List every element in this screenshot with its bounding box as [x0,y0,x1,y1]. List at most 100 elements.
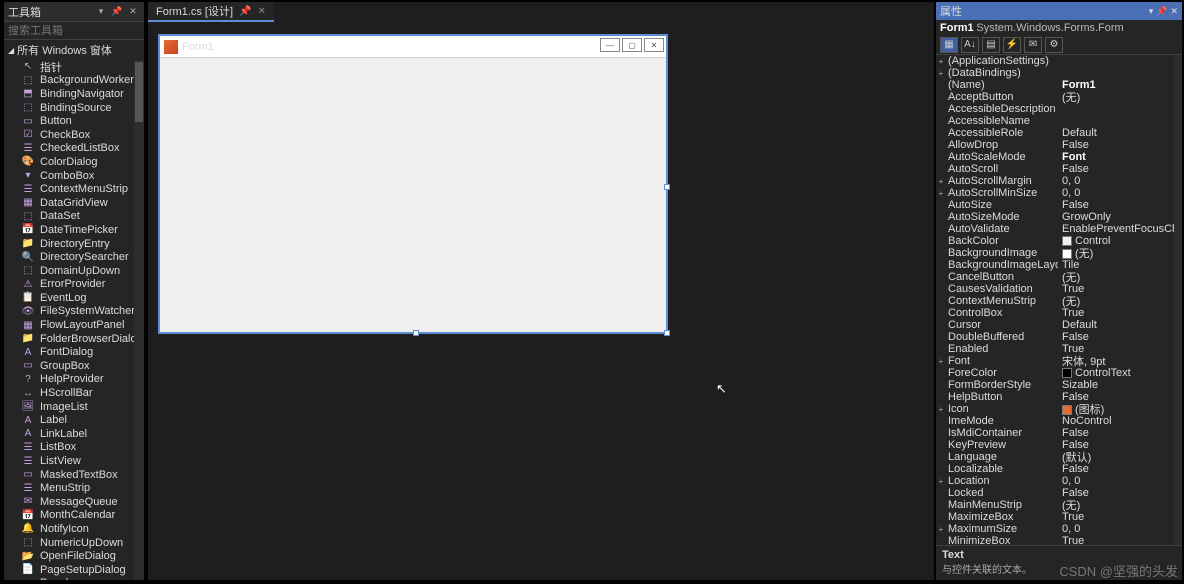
property-row[interactable]: IsMdiContainerFalse [936,427,1182,439]
toolbox-item[interactable]: ☰MenuStrip [4,481,144,495]
toolbox-item[interactable]: ↔HScrollBar [4,386,144,400]
property-value[interactable]: ControlText [1058,367,1182,379]
property-value[interactable]: (无) [1058,89,1182,105]
toolbox-item[interactable]: 📂OpenFileDialog [4,549,144,563]
toolbox-item[interactable]: ⬚BackgroundWorker [4,74,144,88]
toolbox-item[interactable]: ⬚NumericUpDown [4,536,144,550]
property-value[interactable]: False [1058,427,1182,439]
property-value[interactable]: Default [1058,319,1182,331]
toolbox-item[interactable]: 🖼ImageList [4,400,144,414]
close-icon[interactable]: ✕ [126,5,140,19]
property-row[interactable]: ImeModeNoControl [936,415,1182,427]
property-value[interactable]: False [1058,199,1182,211]
form-max-button[interactable]: ▢ [622,38,642,52]
toolbox-item[interactable]: 🔍DirectorySearcher [4,250,144,264]
property-value[interactable]: False [1058,463,1182,475]
property-value[interactable]: True [1058,511,1182,523]
property-value[interactable]: EnablePreventFocusChange [1058,223,1182,235]
property-value[interactable]: Font [1058,151,1182,163]
messages-button[interactable]: ✉ [1024,37,1042,53]
property-row[interactable]: AutoValidateEnablePreventFocusChange [936,223,1182,235]
dropdown-icon[interactable]: ▾ [94,5,108,19]
property-row[interactable]: +AutoScrollMargin0, 0 [936,175,1182,187]
property-row[interactable]: FormBorderStyleSizable [936,379,1182,391]
property-row[interactable]: MainMenuStrip(无) [936,499,1182,511]
property-row[interactable]: AcceptButton(无) [936,91,1182,103]
property-row[interactable]: LocalizableFalse [936,463,1182,475]
toolbox-item[interactable]: ⬚DataSet [4,210,144,224]
toolbox-item[interactable]: ☰ListView [4,454,144,468]
toolbox-item[interactable]: ☰ContextMenuStrip [4,182,144,196]
toolbox-item[interactable]: 📄PageSetupDialog [4,563,144,577]
toolbox-item[interactable]: 📅MonthCalendar [4,509,144,523]
property-value[interactable]: GrowOnly [1058,211,1182,223]
toolbox-item[interactable]: ▦DataGridView [4,196,144,210]
property-value[interactable]: Default [1058,127,1182,139]
toolbox-item[interactable]: ⬚BindingSource [4,101,144,115]
expand-icon[interactable]: + [936,57,946,66]
property-row[interactable]: +MaximumSize0, 0 [936,523,1182,535]
tab-form-designer[interactable]: Form1.cs [设计] 📌 ✕ [148,2,274,22]
toolbox-item[interactable]: 📅DateTimePicker [4,223,144,237]
property-value[interactable]: 0, 0 [1058,187,1182,199]
expand-icon[interactable]: + [936,177,946,186]
toolbox-item[interactable]: 📋EventLog [4,291,144,305]
toolbox-item[interactable]: ALabel [4,413,144,427]
scrollbar[interactable] [1174,55,1182,545]
property-value[interactable]: False [1058,139,1182,151]
property-grid[interactable]: +(ApplicationSettings)+(DataBindings)(Na… [936,55,1182,545]
toolbox-item[interactable]: ?HelpProvider [4,373,144,387]
categorized-button[interactable]: ▦ [940,37,958,53]
prop-pages-button[interactable]: ⚙ [1045,37,1063,53]
property-value[interactable]: 0, 0 [1058,523,1182,535]
property-value[interactable]: False [1058,163,1182,175]
property-row[interactable]: AutoSizeModeGrowOnly [936,211,1182,223]
toolbox-item[interactable]: ▭Button [4,114,144,128]
toolbox-item[interactable]: AFontDialog [4,345,144,359]
close-icon[interactable]: ✕ [1170,6,1178,17]
property-row[interactable]: AutoScrollFalse [936,163,1182,175]
toolbox-item[interactable]: ⬚DomainUpDown [4,264,144,278]
property-row[interactable]: +Location0, 0 [936,475,1182,487]
property-row[interactable]: AccessibleName [936,115,1182,127]
toolbox-category[interactable]: ◢ 所有 Windows 窗体 [4,40,144,60]
property-row[interactable]: +Font宋体, 9pt [936,355,1182,367]
toolbox-item[interactable]: ☑CheckBox [4,128,144,142]
toolbox-item[interactable]: ☰CheckedListBox [4,142,144,156]
property-row[interactable]: CursorDefault [936,319,1182,331]
property-value[interactable]: False [1058,331,1182,343]
form-mock[interactable]: Form1 — ▢ ✕ [158,34,668,334]
property-row[interactable]: +Icon(图标) [936,403,1182,415]
property-row[interactable]: CancelButton(无) [936,271,1182,283]
property-value[interactable]: True [1058,307,1182,319]
property-row[interactable]: MinimizeBoxTrue [936,535,1182,545]
toolbox-item[interactable]: ▭Panel [4,577,144,580]
expand-icon[interactable]: + [936,525,946,534]
property-value[interactable]: 0, 0 [1058,175,1182,187]
toolbox-item[interactable]: ⬒BindingNavigator [4,87,144,101]
events-button[interactable]: ⚡ [1003,37,1021,53]
expand-icon[interactable]: + [936,69,946,78]
property-row[interactable]: +(DataBindings) [936,67,1182,79]
design-surface[interactable]: Form1 — ▢ ✕ [148,22,934,580]
property-row[interactable]: +AutoScrollMinSize0, 0 [936,187,1182,199]
property-row[interactable]: ControlBoxTrue [936,307,1182,319]
expand-icon[interactable]: + [936,357,946,366]
toolbox-item[interactable]: ▦FlowLayoutPanel [4,318,144,332]
pin-icon[interactable]: 📌 [110,5,124,19]
property-row[interactable]: AccessibleRoleDefault [936,127,1182,139]
expand-icon[interactable]: + [936,405,946,414]
property-row[interactable]: BackgroundImage(无) [936,247,1182,259]
property-row[interactable]: +(ApplicationSettings) [936,55,1182,67]
toolbox-item[interactable]: ☰ListBox [4,441,144,455]
pin-icon[interactable]: 📌 [1156,6,1167,17]
property-row[interactable]: AutoSizeFalse [936,199,1182,211]
toolbox-search[interactable]: 🔍 [4,22,144,40]
toolbox-item[interactable]: 📁FolderBrowserDialog [4,332,144,346]
property-row[interactable]: ContextMenuStrip(无) [936,295,1182,307]
toolbox-item[interactable]: ⚠ErrorProvider [4,278,144,292]
tab-pin-icon[interactable]: 📌 [239,6,251,17]
search-input[interactable] [8,25,150,37]
property-value[interactable]: 0, 0 [1058,475,1182,487]
property-value[interactable]: True [1058,535,1182,545]
